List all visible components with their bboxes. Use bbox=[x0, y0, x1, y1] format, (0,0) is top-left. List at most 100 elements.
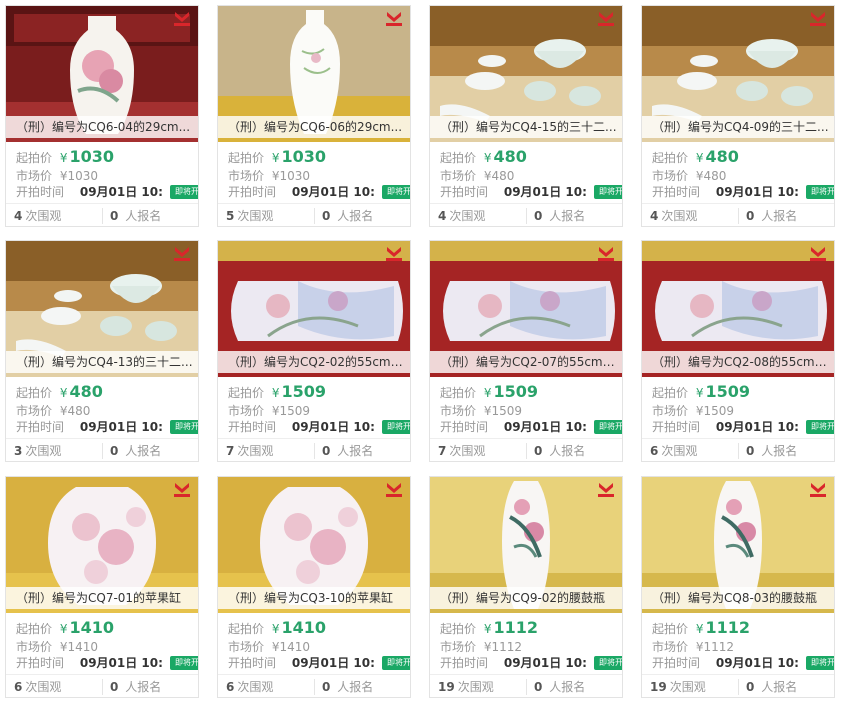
item-title[interactable]: （刑）编号为CQ2-07的55cm粉... bbox=[430, 351, 622, 373]
auction-card[interactable]: （刑）编号为CQ6-04的29cm... 起拍价 ¥1030 市场价 ¥1030… bbox=[5, 5, 199, 227]
item-title[interactable]: （刑）编号为CQ3-10的苹果缸 bbox=[218, 587, 410, 609]
view-count: 5 次围观 bbox=[226, 209, 274, 223]
start-time-label: 开拍时间 bbox=[16, 656, 65, 670]
market-price-value: ¥1410 bbox=[59, 640, 99, 654]
view-count: 4 次围观 bbox=[650, 209, 698, 223]
auction-card[interactable]: （刑）编号为CQ2-07的55cm粉... 起拍价 ¥1509 市场价 ¥150… bbox=[429, 240, 623, 462]
coming-soon-badge: 即将开始 bbox=[382, 656, 410, 670]
auction-logo-icon bbox=[598, 12, 614, 26]
signup-count: 0 人报名 bbox=[110, 209, 162, 223]
item-info: 起拍价 ¥1410 市场价 ¥1410 开拍时间 09月01日 10: 即将开始 bbox=[16, 617, 198, 671]
item-title[interactable]: （刑）编号为CQ4-13的三十二... bbox=[6, 351, 198, 373]
coming-soon-badge: 即将开始 bbox=[594, 656, 622, 670]
auction-card[interactable]: （刑）编号为CQ9-02的腰鼓瓶 起拍价 ¥1112 市场价 ¥1112 开拍时… bbox=[429, 476, 623, 698]
start-time-value: 09月01日 10: bbox=[503, 185, 587, 199]
auction-logo-icon bbox=[386, 247, 402, 261]
market-price-value: ¥1410 bbox=[271, 640, 311, 654]
start-time-label: 开拍时间 bbox=[228, 656, 277, 670]
start-time-value: 09月01日 10: bbox=[715, 185, 799, 199]
card-footer: 7 次围观 0 人报名 bbox=[218, 438, 410, 461]
footer-divider bbox=[314, 208, 315, 224]
auction-card[interactable]: （刑）编号为CQ8-03的腰鼓瓶 起拍价 ¥1112 市场价 ¥1112 开拍时… bbox=[641, 476, 835, 698]
market-price-value: ¥1509 bbox=[695, 404, 735, 418]
start-time-value: 09月01日 10: bbox=[291, 420, 375, 434]
footer-divider bbox=[738, 208, 739, 224]
start-price-label: 起拍价 bbox=[228, 622, 265, 636]
auction-card[interactable]: （刑）编号为CQ4-09的三十二... 起拍价 ¥480 市场价 ¥480 开拍… bbox=[641, 5, 835, 227]
start-price-value: ¥1509 bbox=[483, 382, 539, 401]
auction-card[interactable]: （刑）编号为CQ6-06的29cm... 起拍价 ¥1030 市场价 ¥1030… bbox=[217, 5, 411, 227]
item-title[interactable]: （刑）编号为CQ2-08的55cm粉... bbox=[642, 351, 834, 373]
auction-card[interactable]: （刑）编号为CQ3-10的苹果缸 起拍价 ¥1410 市场价 ¥1410 开拍时… bbox=[217, 476, 411, 698]
coming-soon-badge: 即将开始 bbox=[806, 185, 834, 199]
market-price-label: 市场价 bbox=[652, 640, 689, 654]
footer-divider bbox=[102, 208, 103, 224]
card-footer: 4 次围观 0 人报名 bbox=[430, 203, 622, 226]
coming-soon-badge: 即将开始 bbox=[806, 656, 834, 670]
card-footer: 6 次围观 0 人报名 bbox=[6, 674, 198, 697]
footer-divider bbox=[102, 443, 103, 459]
auction-logo-icon bbox=[174, 483, 190, 497]
auction-card[interactable]: （刑）编号为CQ7-01的苹果缸 起拍价 ¥1410 市场价 ¥1410 开拍时… bbox=[5, 476, 199, 698]
start-price-value: ¥1112 bbox=[483, 618, 539, 637]
start-time-value: 09月01日 10: bbox=[79, 185, 163, 199]
signup-count: 0 人报名 bbox=[322, 209, 374, 223]
view-count: 19 次围观 bbox=[650, 680, 706, 694]
start-time-label: 开拍时间 bbox=[16, 420, 65, 434]
market-price-label: 市场价 bbox=[652, 169, 689, 183]
card-footer: 3 次围观 0 人报名 bbox=[6, 438, 198, 461]
item-info: 起拍价 ¥1509 市场价 ¥1509 开拍时间 09月01日 10: 即将开始 bbox=[228, 381, 410, 435]
start-time-value: 09月01日 10: bbox=[79, 656, 163, 670]
item-title[interactable]: （刑）编号为CQ4-09的三十二... bbox=[642, 116, 834, 138]
coming-soon-badge: 即将开始 bbox=[382, 185, 410, 199]
market-price-label: 市场价 bbox=[440, 640, 477, 654]
auction-card[interactable]: （刑）编号为CQ4-15的三十二... 起拍价 ¥480 市场价 ¥480 开拍… bbox=[429, 5, 623, 227]
auction-card[interactable]: （刑）编号为CQ2-08的55cm粉... 起拍价 ¥1509 市场价 ¥150… bbox=[641, 240, 835, 462]
coming-soon-badge: 即将开始 bbox=[382, 420, 410, 434]
start-price-value: ¥1410 bbox=[59, 618, 115, 637]
market-price-label: 市场价 bbox=[440, 169, 477, 183]
item-title[interactable]: （刑）编号为CQ7-01的苹果缸 bbox=[6, 587, 198, 609]
signup-count: 0 人报名 bbox=[322, 680, 374, 694]
market-price-label: 市场价 bbox=[652, 404, 689, 418]
start-price-value: ¥480 bbox=[59, 382, 103, 401]
start-time-label: 开拍时间 bbox=[228, 420, 277, 434]
item-title[interactable]: （刑）编号为CQ8-03的腰鼓瓶 bbox=[642, 587, 834, 609]
market-price-value: ¥480 bbox=[59, 404, 91, 418]
footer-divider bbox=[738, 679, 739, 695]
start-price-label: 起拍价 bbox=[652, 622, 689, 636]
signup-count: 0 人报名 bbox=[746, 444, 798, 458]
auction-card[interactable]: （刑）编号为CQ4-13的三十二... 起拍价 ¥480 市场价 ¥480 开拍… bbox=[5, 240, 199, 462]
auction-card[interactable]: （刑）编号为CQ2-02的55cm粉... 起拍价 ¥1509 市场价 ¥150… bbox=[217, 240, 411, 462]
auction-logo-icon bbox=[386, 12, 402, 26]
item-title[interactable]: （刑）编号为CQ6-04的29cm... bbox=[6, 116, 198, 138]
start-price-label: 起拍价 bbox=[228, 386, 265, 400]
item-title[interactable]: （刑）编号为CQ2-02的55cm粉... bbox=[218, 351, 410, 373]
signup-count: 0 人报名 bbox=[322, 444, 374, 458]
item-info: 起拍价 ¥1509 市场价 ¥1509 开拍时间 09月01日 10: 即将开始 bbox=[440, 381, 622, 435]
item-info: 起拍价 ¥1112 市场价 ¥1112 开拍时间 09月01日 10: 即将开始 bbox=[440, 617, 622, 671]
view-count: 4 次围观 bbox=[14, 209, 62, 223]
start-time-label: 开拍时间 bbox=[652, 656, 701, 670]
item-info: 起拍价 ¥1030 市场价 ¥1030 开拍时间 09月01日 10: 即将开始 bbox=[228, 146, 410, 200]
footer-divider bbox=[102, 679, 103, 695]
auction-logo-icon bbox=[386, 483, 402, 497]
market-price-value: ¥1030 bbox=[59, 169, 99, 183]
item-title[interactable]: （刑）编号为CQ6-06的29cm... bbox=[218, 116, 410, 138]
item-title[interactable]: （刑）编号为CQ4-15的三十二... bbox=[430, 116, 622, 138]
start-time-label: 开拍时间 bbox=[16, 185, 65, 199]
signup-count: 0 人报名 bbox=[534, 444, 586, 458]
market-price-value: ¥480 bbox=[483, 169, 515, 183]
market-price-value: ¥1509 bbox=[271, 404, 311, 418]
item-title[interactable]: （刑）编号为CQ9-02的腰鼓瓶 bbox=[430, 587, 622, 609]
start-time-label: 开拍时间 bbox=[652, 185, 701, 199]
item-info: 起拍价 ¥1112 市场价 ¥1112 开拍时间 09月01日 10: 即将开始 bbox=[652, 617, 834, 671]
footer-divider bbox=[738, 443, 739, 459]
market-price-value: ¥1112 bbox=[695, 640, 735, 654]
start-price-value: ¥1030 bbox=[271, 147, 327, 166]
auction-logo-icon bbox=[598, 483, 614, 497]
market-price-label: 市场价 bbox=[16, 169, 53, 183]
start-price-label: 起拍价 bbox=[16, 151, 53, 165]
view-count: 19 次围观 bbox=[438, 680, 494, 694]
coming-soon-badge: 即将开始 bbox=[806, 420, 834, 434]
